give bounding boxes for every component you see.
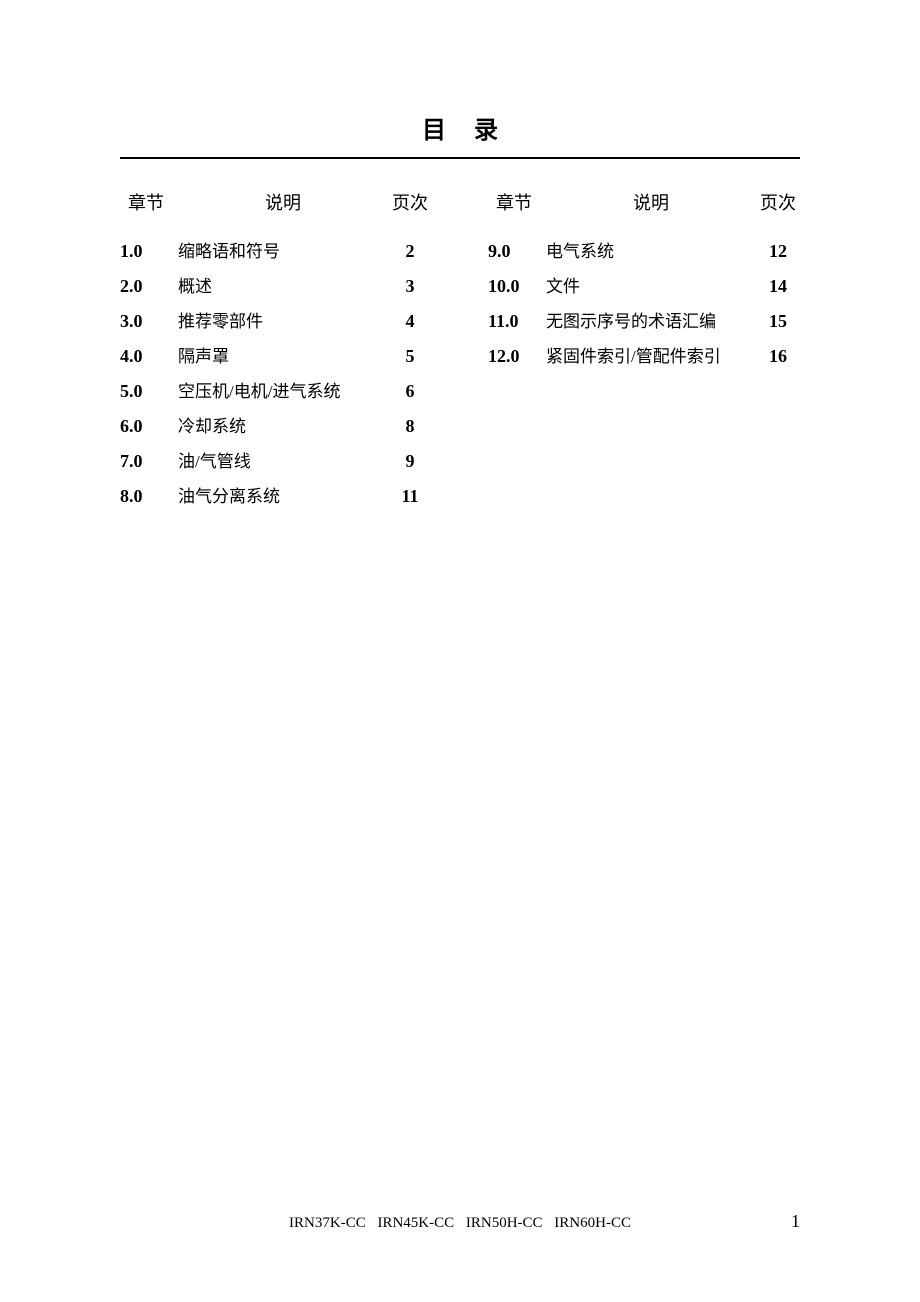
- toc-page-number: 2: [388, 241, 432, 262]
- toc-entry: 7.0油/气管线9: [120, 447, 432, 472]
- toc-page-number: 8: [388, 416, 432, 437]
- toc-section-number: 10.0: [488, 276, 540, 297]
- toc-section-number: 7.0: [120, 451, 172, 472]
- toc-entry: 2.0概述3: [120, 272, 432, 297]
- toc-section-number: 5.0: [120, 381, 172, 402]
- table-of-contents: 章节 说明 页次 1.0缩略语和符号2 2.0概述3 3.0推荐零部件4 4.0隔声罩…: [120, 189, 800, 517]
- toc-description: 油/气管线: [172, 447, 388, 472]
- toc-description: 电气系统: [540, 237, 756, 262]
- toc-column-right: 章节 说明 页次 9.0电气系统12 10.0文件14 11.0无图示序号的术语汇编…: [488, 189, 800, 517]
- toc-entry: 4.0隔声罩5: [120, 342, 432, 367]
- toc-description: 紧固件索引/管配件索引: [540, 342, 756, 367]
- header-page: 页次: [388, 189, 432, 215]
- toc-header-row: 章节 说明 页次: [120, 189, 432, 215]
- toc-description: 缩略语和符号: [172, 237, 388, 262]
- toc-description: 油气分离系统: [172, 482, 388, 507]
- toc-page-number: 6: [388, 381, 432, 402]
- toc-entry: 9.0电气系统12: [488, 237, 800, 262]
- toc-entry: 5.0空压机/电机/进气系统6: [120, 377, 432, 402]
- page: 目录 章节 说明 页次 1.0缩略语和符号2 2.0概述3 3.0推荐零部件4 4.0…: [0, 0, 920, 1302]
- toc-description: 冷却系统: [172, 412, 388, 437]
- toc-header-row: 章节 说明 页次: [488, 189, 800, 215]
- toc-entry: 1.0缩略语和符号2: [120, 237, 432, 262]
- toc-entry: 8.0油气分离系统11: [120, 482, 432, 507]
- toc-page-number: 11: [388, 486, 432, 507]
- toc-description: 文件: [540, 272, 756, 297]
- toc-section-number: 12.0: [488, 346, 540, 367]
- toc-page-number: 9: [388, 451, 432, 472]
- toc-page-number: 15: [756, 311, 800, 332]
- toc-section-number: 9.0: [488, 241, 540, 262]
- toc-section-number: 2.0: [120, 276, 172, 297]
- header-page: 页次: [756, 189, 800, 215]
- toc-section-number: 4.0: [120, 346, 172, 367]
- toc-page-number: 5: [388, 346, 432, 367]
- toc-description: 隔声罩: [172, 342, 388, 367]
- toc-section-number: 1.0: [120, 241, 172, 262]
- toc-entry: 11.0无图示序号的术语汇编15: [488, 307, 800, 332]
- toc-page-number: 14: [756, 276, 800, 297]
- toc-section-number: 11.0: [488, 311, 540, 332]
- toc-page-number: 16: [756, 346, 800, 367]
- toc-entry: 12.0紧固件索引/管配件索引16: [488, 342, 800, 367]
- header-section: 章节: [120, 189, 172, 215]
- toc-section-number: 8.0: [120, 486, 172, 507]
- toc-description: 概述: [172, 272, 388, 297]
- page-number: 1: [791, 1211, 800, 1232]
- toc-description: 无图示序号的术语汇编: [540, 307, 756, 332]
- footer-models: IRN37K-CC IRN45K-CC IRN50H-CC IRN60H-CC: [0, 1215, 920, 1232]
- toc-description: 推荐零部件: [172, 307, 388, 332]
- toc-entry: 10.0文件14: [488, 272, 800, 297]
- toc-page-number: 3: [388, 276, 432, 297]
- header-description: 说明: [540, 189, 756, 215]
- header-description: 说明: [172, 189, 388, 215]
- toc-entry: 3.0推荐零部件4: [120, 307, 432, 332]
- toc-description: 空压机/电机/进气系统: [172, 377, 388, 402]
- toc-column-left: 章节 说明 页次 1.0缩略语和符号2 2.0概述3 3.0推荐零部件4 4.0隔声罩…: [120, 189, 432, 517]
- toc-page-number: 4: [388, 311, 432, 332]
- toc-section-number: 3.0: [120, 311, 172, 332]
- header-section: 章节: [488, 189, 540, 215]
- toc-entry: 6.0冷却系统8: [120, 412, 432, 437]
- toc-section-number: 6.0: [120, 416, 172, 437]
- toc-page-number: 12: [756, 241, 800, 262]
- document-title: 目录: [120, 110, 800, 159]
